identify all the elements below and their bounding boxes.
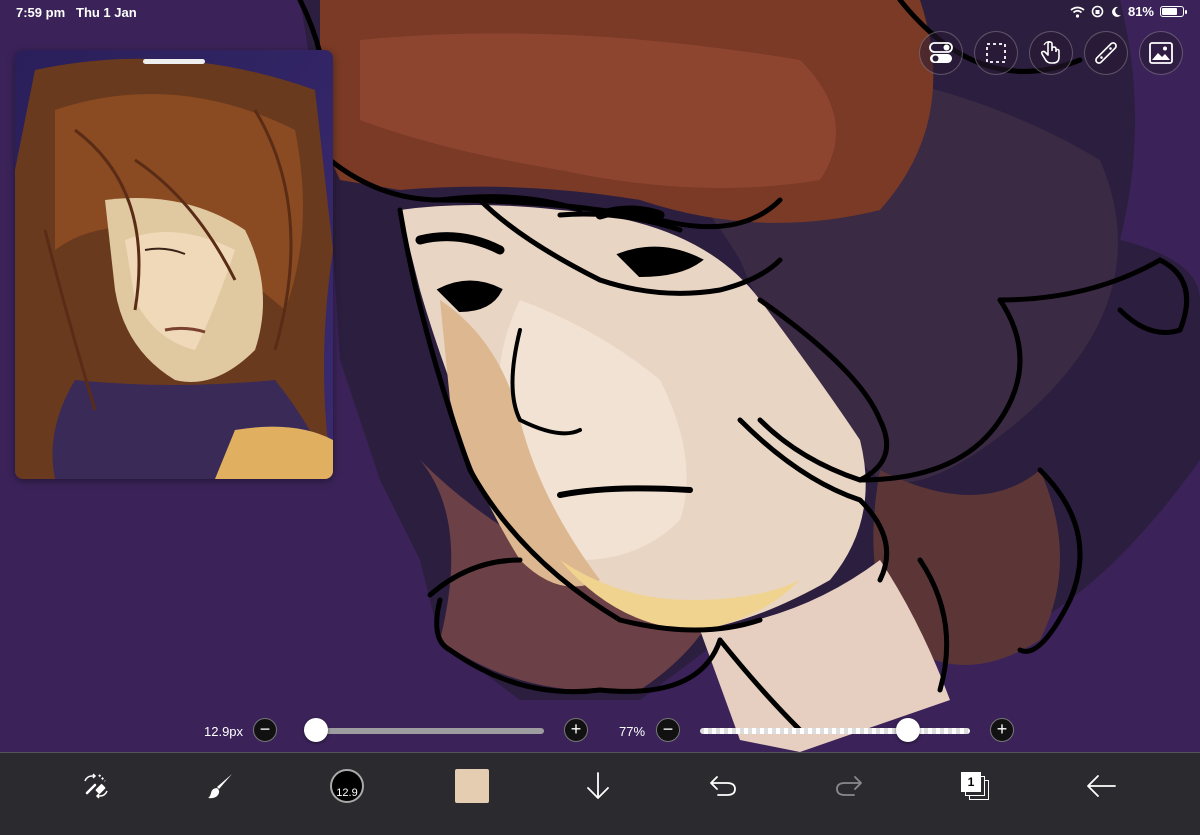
selection-icon bbox=[986, 43, 1006, 63]
reference-photo bbox=[15, 50, 333, 479]
status-bar: 7:59 pm Thu 1 Jan 81% bbox=[0, 0, 1200, 24]
swap-brush-eraser-button[interactable] bbox=[73, 763, 119, 809]
gesture-button[interactable] bbox=[1029, 31, 1073, 75]
battery-icon bbox=[1160, 6, 1187, 17]
brush-eraser-swap-icon bbox=[84, 773, 108, 799]
toggle-settings-icon bbox=[929, 42, 953, 63]
opacity-label: 77% bbox=[619, 724, 646, 739]
opacity-slider[interactable] bbox=[700, 728, 970, 734]
image-import-button[interactable] bbox=[1139, 31, 1183, 75]
status-time: 7:59 pm bbox=[16, 5, 66, 20]
battery-fill bbox=[1162, 8, 1178, 15]
opacity-slider-thumb[interactable] bbox=[895, 718, 920, 742]
back-button[interactable] bbox=[1078, 763, 1124, 809]
ruler-icon bbox=[1095, 42, 1117, 64]
brush-button[interactable] bbox=[198, 763, 244, 809]
slider-row: 12.9px − + 77% − + bbox=[0, 716, 1200, 746]
status-indicators: 81% bbox=[1070, 4, 1187, 19]
brush-size-button[interactable]: 12.9 bbox=[324, 763, 370, 809]
bottom-toolbar: 12.9 1 bbox=[0, 752, 1200, 835]
arrow-down-icon bbox=[587, 772, 609, 799]
image-import-icon bbox=[1149, 42, 1173, 64]
brush-size-badge: 12.9 bbox=[330, 769, 364, 803]
reference-drag-handle[interactable] bbox=[143, 59, 205, 64]
opacity-plus-button[interactable]: + bbox=[990, 718, 1014, 742]
status-date: Thu 1 Jan bbox=[76, 5, 137, 20]
layers-button[interactable]: 1 bbox=[952, 763, 998, 809]
selection-button[interactable] bbox=[974, 31, 1018, 75]
brush-size-label: 12.9px bbox=[204, 724, 244, 739]
orientation-lock-icon bbox=[1091, 5, 1104, 18]
redo-button[interactable] bbox=[826, 763, 872, 809]
undo-button[interactable] bbox=[700, 763, 746, 809]
gesture-touch-icon bbox=[1040, 41, 1060, 64]
brush-size-plus-button[interactable]: + bbox=[564, 718, 588, 742]
layers-icon: 1 bbox=[961, 772, 989, 800]
toggle-settings-button[interactable] bbox=[919, 31, 963, 75]
layer-count: 1 bbox=[961, 772, 981, 792]
color-picker-button[interactable] bbox=[449, 763, 495, 809]
wifi-icon bbox=[1070, 6, 1085, 18]
brush-size-slider[interactable] bbox=[304, 728, 544, 734]
reference-image-panel[interactable] bbox=[15, 50, 333, 479]
brush-size-minus-button[interactable]: − bbox=[253, 718, 277, 742]
moon-icon bbox=[1112, 6, 1121, 17]
ruler-button[interactable] bbox=[1084, 31, 1128, 75]
current-color-swatch bbox=[455, 769, 489, 803]
opacity-minus-button[interactable]: − bbox=[656, 718, 680, 742]
top-toolbar bbox=[919, 31, 1183, 75]
redo-icon bbox=[836, 776, 862, 796]
undo-icon bbox=[710, 776, 736, 796]
brush-size-slider-thumb[interactable] bbox=[304, 718, 328, 742]
battery-percent: 81% bbox=[1127, 4, 1154, 19]
arrow-left-icon bbox=[1087, 775, 1116, 797]
layer-down-button[interactable] bbox=[575, 763, 621, 809]
brush-icon bbox=[208, 774, 232, 799]
